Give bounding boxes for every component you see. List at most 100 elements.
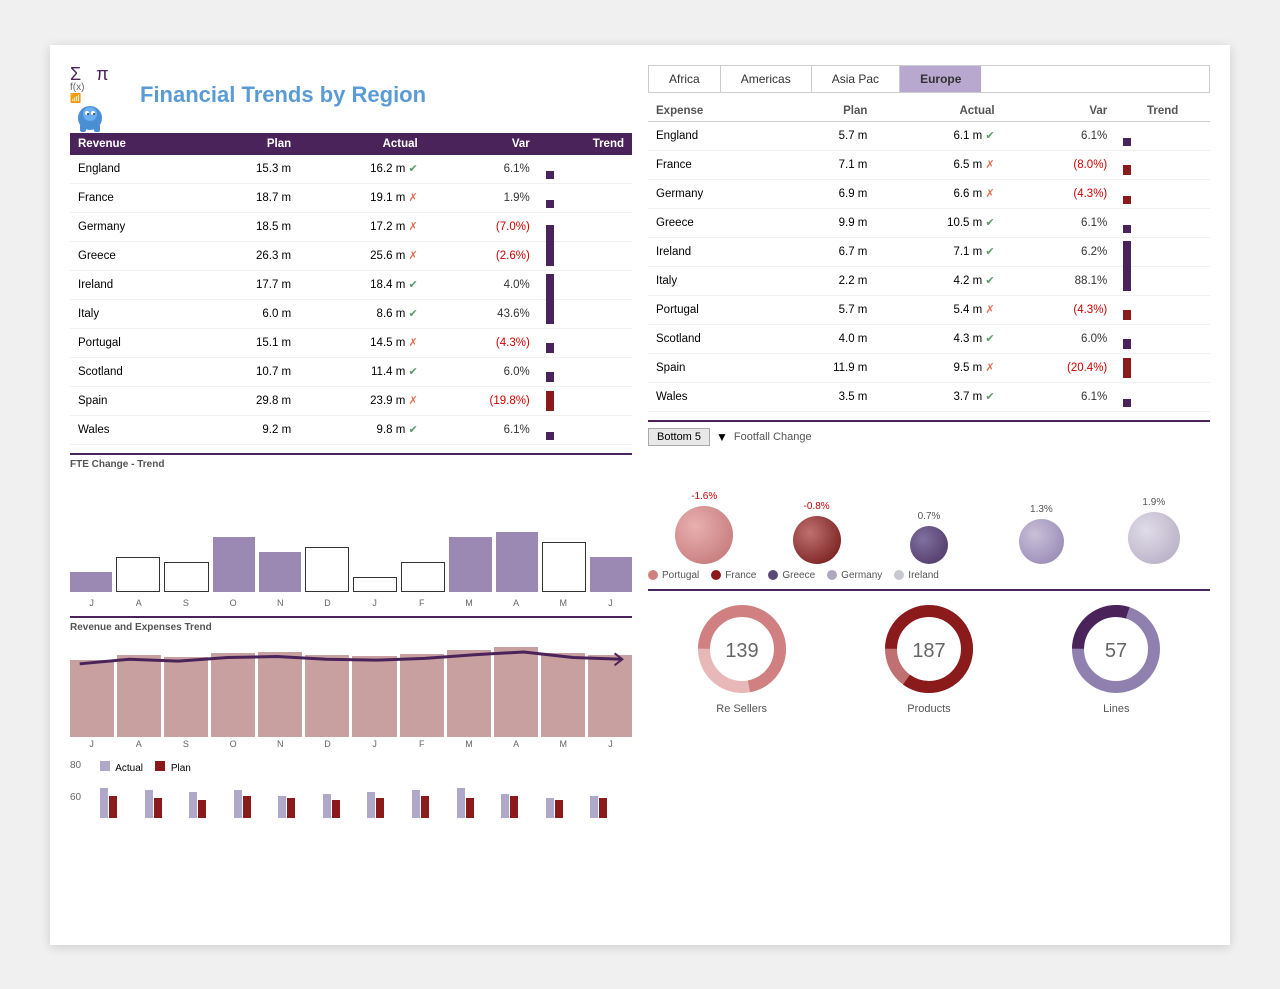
actual-bar [367, 792, 375, 818]
check-icon: ✔ [409, 279, 418, 291]
fte-month-label: M [542, 598, 585, 608]
expense-table: Expense Plan Actual Var Trend England 5.… [648, 101, 1210, 412]
bubble-circle [910, 526, 948, 564]
rev-bar [352, 656, 396, 737]
legend-dot [827, 570, 837, 580]
fte-month-label: A [495, 598, 538, 608]
exp-plan-cell: 11.9 m [775, 353, 876, 382]
legend-dot [768, 570, 778, 580]
actual-bar [278, 796, 286, 818]
exp-check-icon: ✔ [985, 217, 994, 229]
exp-actual-cell: 4.3 m ✔ [875, 324, 1002, 353]
expense-row: Wales 3.5 m 3.7 m ✔ 6.1% [648, 382, 1210, 411]
check-icon: ✔ [409, 163, 418, 175]
expense-row: France 7.1 m 6.5 m ✗ (8.0%) [648, 150, 1210, 179]
exp-check-icon: ✔ [985, 391, 994, 403]
trend-bar [546, 343, 554, 353]
mascot-icon [70, 104, 110, 136]
bottom-bar-group [457, 788, 499, 818]
fte-chart [70, 474, 632, 594]
plan-bar [376, 798, 384, 818]
exp-actual-cell: 4.2 m ✔ [875, 266, 1002, 295]
bottom-bar-group [501, 794, 543, 818]
check-icon: ✗ [409, 250, 418, 262]
bottom-bar-group [412, 790, 454, 818]
exp-var-cell: 6.1% [1003, 208, 1116, 237]
exp-plan-cell: 6.9 m [775, 179, 876, 208]
exp-plan-cell: 4.0 m [775, 324, 876, 353]
exp-trend-cell [1115, 266, 1210, 295]
actual-legend: Actual [100, 761, 143, 774]
actual-cell: 23.9 m ✗ [299, 386, 426, 415]
exp-trend-bar [1123, 225, 1131, 233]
exp-country-cell: Germany [648, 179, 775, 208]
bubble-circle [675, 506, 733, 564]
exp-var-cell: 6.0% [1003, 324, 1116, 353]
trend-cell [538, 357, 632, 386]
bottom-bar-group [234, 790, 276, 818]
exp-country-cell: Spain [648, 353, 775, 382]
check-icon: ✔ [409, 366, 418, 378]
exp-actual-cell: 6.6 m ✗ [875, 179, 1002, 208]
tab-asia-pac[interactable]: Asia Pac [812, 66, 900, 92]
footfall-header: Bottom 5 ▼ Footfall Change [648, 428, 1210, 446]
plan-bar [421, 796, 429, 818]
tab-africa[interactable]: Africa [649, 66, 721, 92]
rev-bar [164, 657, 208, 737]
donut-svg: 187 [879, 599, 979, 699]
legend-portugal: Portugal [648, 570, 699, 581]
tab-europe[interactable]: Europe [900, 66, 981, 92]
y-axis-80: 80 [70, 760, 90, 771]
exp-actual-cell: 6.5 m ✗ [875, 150, 1002, 179]
exp-var-cell: 6.1% [1003, 382, 1116, 411]
legend-dot [648, 570, 658, 580]
rev-trend-container: Revenue and Expenses Trend JASONDJFMAMJ [70, 616, 632, 749]
exp-country-cell: Wales [648, 382, 775, 411]
plan-cell: 18.5 m [197, 212, 299, 241]
exp-country-cell: France [648, 150, 775, 179]
fte-month-label: J [589, 598, 632, 608]
var-cell: (7.0%) [426, 212, 538, 241]
plan-cell: 18.7 m [197, 183, 299, 212]
rev-month-label: M [447, 739, 490, 749]
plan-bar [510, 796, 518, 818]
exp-trend-cell [1115, 382, 1210, 411]
rev-month-label: J [353, 739, 396, 749]
actual-cell: 11.4 m ✔ [299, 357, 426, 386]
donut-svg: 139 [692, 599, 792, 699]
rev-month-labels: JASONDJFMAMJ [70, 739, 632, 749]
plan-cell: 26.3 m [197, 241, 299, 270]
exp-actual-cell: 9.5 m ✗ [875, 353, 1002, 382]
logo-area: Σ π f(x) 📶 [70, 65, 130, 125]
bottom5-dropdown[interactable]: Bottom 5 [648, 428, 710, 446]
tab-americas[interactable]: Americas [721, 66, 812, 92]
var-cell: 6.0% [426, 357, 538, 386]
bubble-pct: -1.6% [691, 491, 717, 502]
actual-bar [501, 794, 509, 818]
rev-month-label: N [259, 739, 302, 749]
bubble-pct: 0.7% [918, 511, 941, 522]
actual-bar [412, 790, 420, 818]
plan-bar [466, 798, 474, 818]
expense-trend-header: Trend [1115, 101, 1210, 122]
header-area: Σ π f(x) 📶 Financial Trends by Reg [70, 65, 632, 125]
bottom-chart-container: 80 Actual Plan 60 [70, 757, 632, 818]
bottom-bars [100, 778, 632, 818]
bubble-greece: 0.7% [883, 511, 975, 564]
trend-bar [546, 200, 554, 208]
legend-label: Ireland [908, 570, 939, 581]
rev-trend-chart [70, 637, 632, 737]
trend-cell [538, 415, 632, 444]
main-grid: Σ π f(x) 📶 Financial Trends by Reg [70, 65, 1210, 818]
rev-month-label: J [70, 739, 113, 749]
var-cell: 6.1% [426, 415, 538, 444]
actual-cell: 19.1 m ✗ [299, 183, 426, 212]
bubble-legend: PortugalFranceGreeceGermanyIreland [648, 570, 1210, 581]
country-cell: Scotland [70, 357, 197, 386]
exp-trend-cell [1115, 179, 1210, 208]
fte-month-label: S [164, 598, 207, 608]
plan-bar [198, 800, 206, 818]
rev-bar [117, 655, 161, 737]
donut-label: Re Sellers [716, 703, 767, 715]
trend-bar [546, 236, 554, 266]
